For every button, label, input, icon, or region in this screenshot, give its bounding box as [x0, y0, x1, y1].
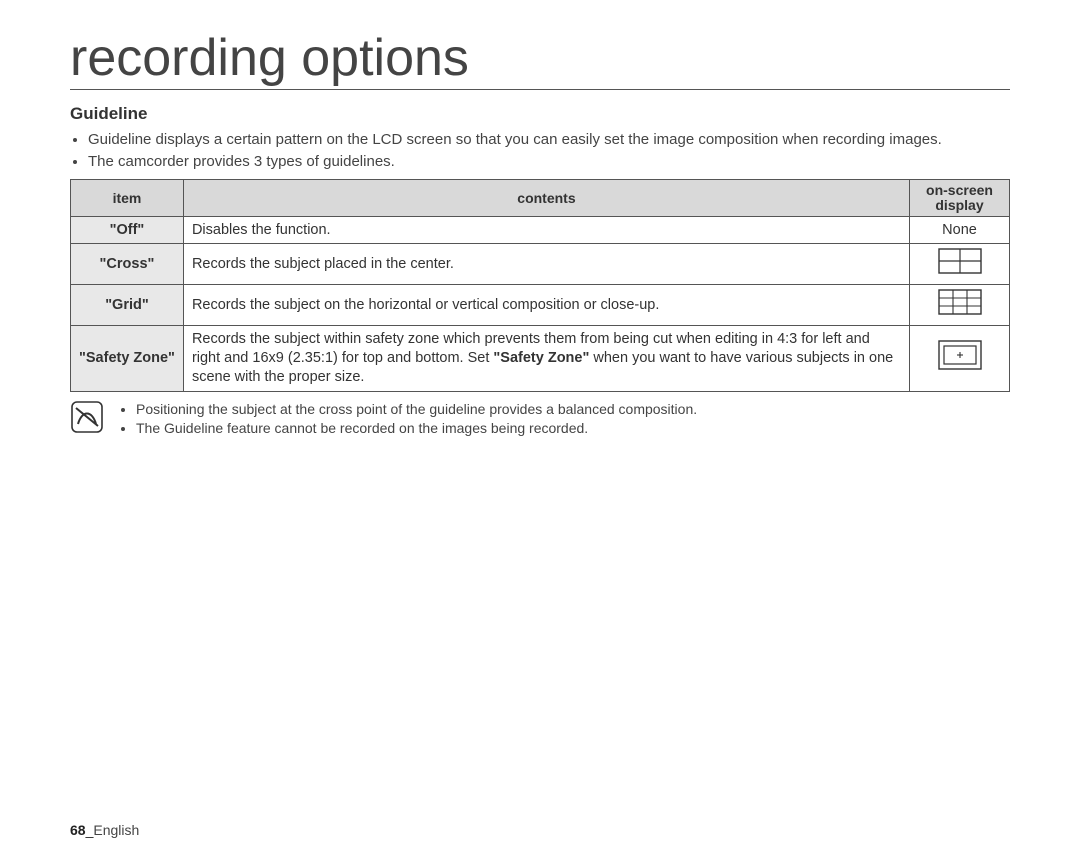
- footer-language: English: [93, 822, 139, 838]
- manual-page: recording options Guideline Guideline di…: [0, 0, 1080, 866]
- cell-contents: Records the subject placed in the center…: [183, 244, 909, 285]
- table-row: "Grid" Records the subject on the horizo…: [71, 285, 1010, 326]
- cell-contents: Disables the function.: [183, 216, 909, 244]
- safety-zone-icon: [938, 340, 982, 376]
- note-list: Positioning the subject at the cross poi…: [118, 400, 697, 438]
- page-number: 68: [70, 822, 86, 838]
- page-footer: 68_English: [70, 822, 139, 838]
- note-item: Positioning the subject at the cross poi…: [136, 400, 697, 419]
- note-block: Positioning the subject at the cross poi…: [70, 400, 1010, 439]
- cell-item: "Cross": [71, 244, 184, 285]
- table-row: "Safety Zone" Records the subject within…: [71, 326, 1010, 392]
- cell-item: "Off": [71, 216, 184, 244]
- cell-osd: [910, 285, 1010, 326]
- cell-item: "Safety Zone": [71, 326, 184, 392]
- note-item: The Guideline feature cannot be recorded…: [136, 419, 697, 438]
- table-row: "Cross" Records the subject placed in th…: [71, 244, 1010, 285]
- title-rule: recording options: [70, 30, 1010, 90]
- intro-item: The camcorder provides 3 types of guidel…: [88, 152, 1010, 172]
- safety-text-bold: "Safety Zone": [493, 350, 589, 366]
- cell-osd: None: [910, 216, 1010, 244]
- intro-list: Guideline displays a certain pattern on …: [70, 130, 1010, 171]
- note-icon: [70, 400, 104, 439]
- cell-osd: [910, 326, 1010, 392]
- cell-osd: [910, 244, 1010, 285]
- cross-guideline-icon: [938, 248, 982, 280]
- table-row: "Off" Disables the function. None: [71, 216, 1010, 244]
- table-header-row: item contents on-screen display: [71, 180, 1010, 216]
- grid-guideline-icon: [938, 289, 982, 321]
- intro-item: Guideline displays a certain pattern on …: [88, 130, 1010, 150]
- col-item: item: [71, 180, 184, 216]
- cell-contents: Records the subject within safety zone w…: [183, 326, 909, 392]
- col-contents: contents: [183, 180, 909, 216]
- cell-contents: Records the subject on the horizontal or…: [183, 285, 909, 326]
- cell-item: "Grid": [71, 285, 184, 326]
- col-osd: on-screen display: [910, 180, 1010, 216]
- section-heading: Guideline: [70, 104, 1010, 124]
- page-title: recording options: [70, 30, 1010, 89]
- guideline-table: item contents on-screen display "Off" Di…: [70, 179, 1010, 391]
